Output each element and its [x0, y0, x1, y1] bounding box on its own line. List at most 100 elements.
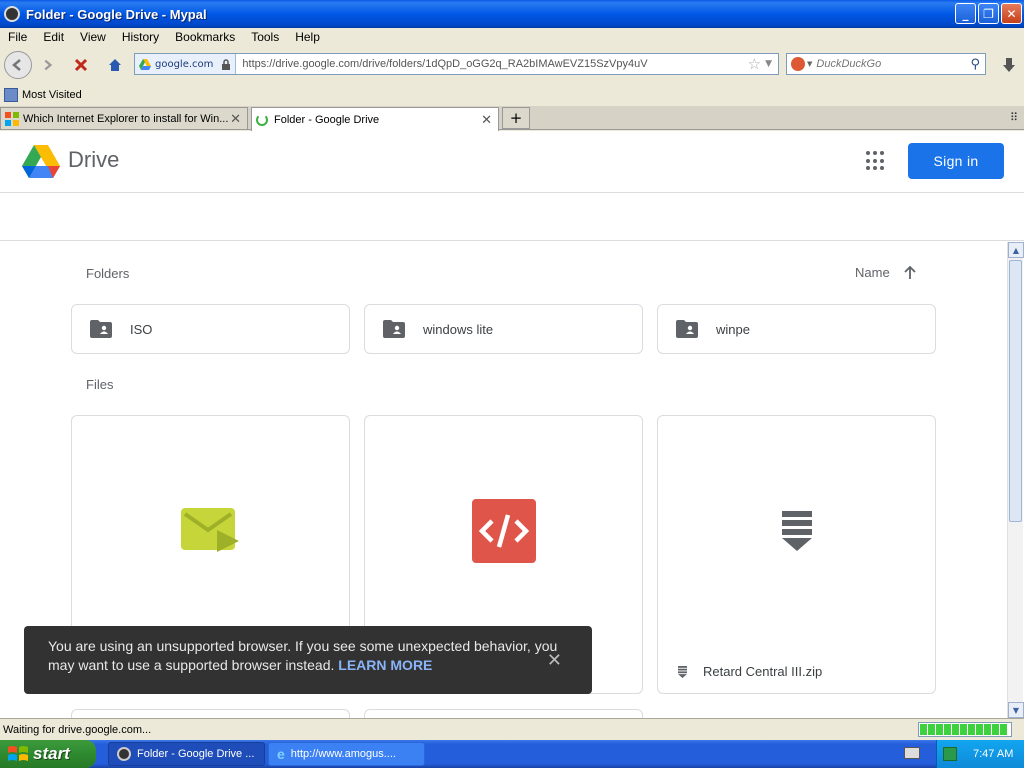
menu-edit[interactable]: Edit	[35, 30, 72, 44]
folder-name: ISO	[130, 321, 153, 337]
email-file-icon	[180, 508, 239, 552]
minimize-icon: _	[962, 6, 969, 21]
file-name: Retard Central III.zip	[703, 664, 823, 679]
menu-history[interactable]: History	[114, 30, 167, 44]
status-bar: Waiting for drive.google.com...	[0, 718, 1024, 740]
tab-list-icon[interactable]: ⠿	[1010, 111, 1018, 124]
home-button[interactable]	[102, 52, 128, 78]
most-visited-icon	[4, 88, 18, 102]
page-scrollbar[interactable]: ▲ ▼	[1007, 242, 1024, 718]
google-apps-icon[interactable]	[866, 151, 886, 171]
menu-help[interactable]: Help	[287, 30, 328, 44]
taskbar-item-label: Folder - Google Drive ...	[137, 748, 255, 760]
tab-label: Folder - Google Drive	[274, 113, 380, 126]
duckduckgo-icon[interactable]	[791, 57, 805, 71]
window-title-bar[interactable]: Folder - Google Drive - Mypal _ ❐ ✕	[0, 0, 1024, 28]
loading-spinner-icon	[256, 113, 268, 126]
keyboard-icon[interactable]	[904, 747, 920, 759]
url-text[interactable]: https://drive.google.com/drive/folders/1…	[236, 58, 747, 70]
taskbar: start Folder - Google Drive ... e http:/…	[0, 740, 1024, 768]
lock-icon	[222, 58, 231, 70]
tab-internet-explorer[interactable]: Which Internet Explorer to install for W…	[0, 107, 248, 129]
windows-favicon	[5, 111, 19, 126]
scroll-up-icon[interactable]: ▲	[1008, 242, 1024, 258]
mypal-app-icon	[4, 6, 20, 22]
menu-file[interactable]: File	[0, 30, 35, 44]
search-icon[interactable]: ⚲	[970, 57, 980, 72]
google-drive-logo-icon[interactable]	[22, 145, 60, 179]
stop-button[interactable]	[68, 52, 94, 78]
forward-button[interactable]	[34, 52, 60, 78]
scroll-down-icon[interactable]: ▼	[1008, 702, 1024, 718]
forward-arrow-icon	[44, 59, 53, 71]
toast-message: You are using an unsupported browser. If…	[48, 638, 558, 673]
menu-tools[interactable]: Tools	[243, 30, 287, 44]
start-button[interactable]: start	[0, 740, 96, 768]
tab-close-icon[interactable]: ✕	[481, 112, 492, 128]
most-visited-bookmark[interactable]: Most Visited	[22, 89, 82, 101]
sort-by-name[interactable]: Name	[855, 265, 916, 280]
file-card[interactable]	[71, 709, 350, 718]
files-heading: Files	[86, 377, 114, 392]
close-icon[interactable]: ✕	[547, 651, 562, 670]
folder-name: winpe	[716, 321, 750, 337]
menu-bookmarks[interactable]: Bookmarks	[167, 30, 243, 44]
shared-folder-icon	[383, 320, 405, 338]
drive-brand-label[interactable]: Drive	[68, 147, 119, 173]
back-button[interactable]	[4, 51, 32, 79]
folder-card-iso[interactable]: ISO	[71, 304, 350, 354]
downloads-button[interactable]	[996, 52, 1022, 78]
tab-close-icon[interactable]: ✕	[230, 111, 241, 127]
code-file-icon	[471, 499, 536, 563]
close-window-button[interactable]: ✕	[1001, 3, 1022, 24]
clock[interactable]: 7:47 AM	[973, 748, 1013, 760]
taskbar-item-mypal[interactable]: Folder - Google Drive ...	[108, 742, 265, 766]
maximize-button[interactable]: ❐	[978, 3, 999, 24]
folder-card-winpe[interactable]: winpe	[657, 304, 936, 354]
window-title: Folder - Google Drive - Mypal	[26, 6, 207, 22]
download-arrow-icon	[1003, 58, 1015, 72]
search-bar[interactable]: ▼ ⚲	[786, 53, 986, 75]
sort-label: Name	[855, 265, 890, 280]
system-tray: 7:47 AM	[936, 740, 1024, 768]
learn-more-link[interactable]: LEARN MORE	[338, 657, 432, 673]
zip-small-icon	[678, 665, 687, 678]
minimize-button[interactable]: _	[955, 3, 976, 24]
close-icon: ✕	[1006, 6, 1017, 21]
home-icon	[109, 59, 121, 71]
internet-explorer-icon: e	[277, 746, 285, 762]
navigation-toolbar: google.com https://drive.google.com/driv…	[0, 47, 1024, 83]
restore-icon: ❐	[983, 6, 994, 21]
back-arrow-icon	[12, 59, 21, 71]
file-card[interactable]	[364, 709, 643, 718]
file-card-retard-central[interactable]: Retard Central III.zip	[657, 415, 936, 694]
search-engine-dropdown-icon[interactable]: ▼	[807, 60, 812, 68]
site-identity-label: google.com	[155, 58, 214, 70]
plus-icon: +	[509, 109, 523, 127]
shared-folder-icon	[676, 320, 698, 338]
zip-archive-icon	[781, 511, 812, 551]
taskbar-item-label: http://www.amogus....	[290, 748, 396, 760]
network-icon[interactable]	[943, 747, 957, 761]
address-bar[interactable]: google.com https://drive.google.com/driv…	[134, 53, 779, 75]
arrow-up-icon	[904, 265, 916, 279]
folder-name: windows lite	[423, 321, 494, 337]
tab-label: Which Internet Explorer to install for W…	[23, 112, 229, 125]
sign-in-button[interactable]: Sign in	[908, 143, 1004, 179]
windows-logo-icon	[8, 746, 28, 761]
menu-view[interactable]: View	[72, 30, 114, 44]
folder-card-windows-lite[interactable]: windows lite	[364, 304, 643, 354]
site-identity-button[interactable]: google.com	[135, 54, 237, 74]
scrollbar-thumb[interactable]	[1009, 260, 1022, 522]
tab-strip: Which Internet Explorer to install for W…	[0, 106, 1024, 131]
new-tab-button[interactable]: +	[502, 107, 530, 129]
status-text: Waiting for drive.google.com...	[3, 723, 152, 736]
mypal-icon	[117, 747, 131, 761]
bookmark-star-icon[interactable]: ☆	[748, 55, 761, 73]
url-dropdown-icon[interactable]: ▼	[765, 59, 772, 69]
search-input[interactable]	[816, 58, 971, 70]
taskbar-item-ie[interactable]: e http://www.amogus....	[268, 742, 425, 766]
tab-google-drive[interactable]: Folder - Google Drive ✕	[251, 107, 499, 131]
stop-icon	[74, 58, 88, 72]
menu-bar: File Edit View History Bookmarks Tools H…	[0, 28, 1024, 46]
